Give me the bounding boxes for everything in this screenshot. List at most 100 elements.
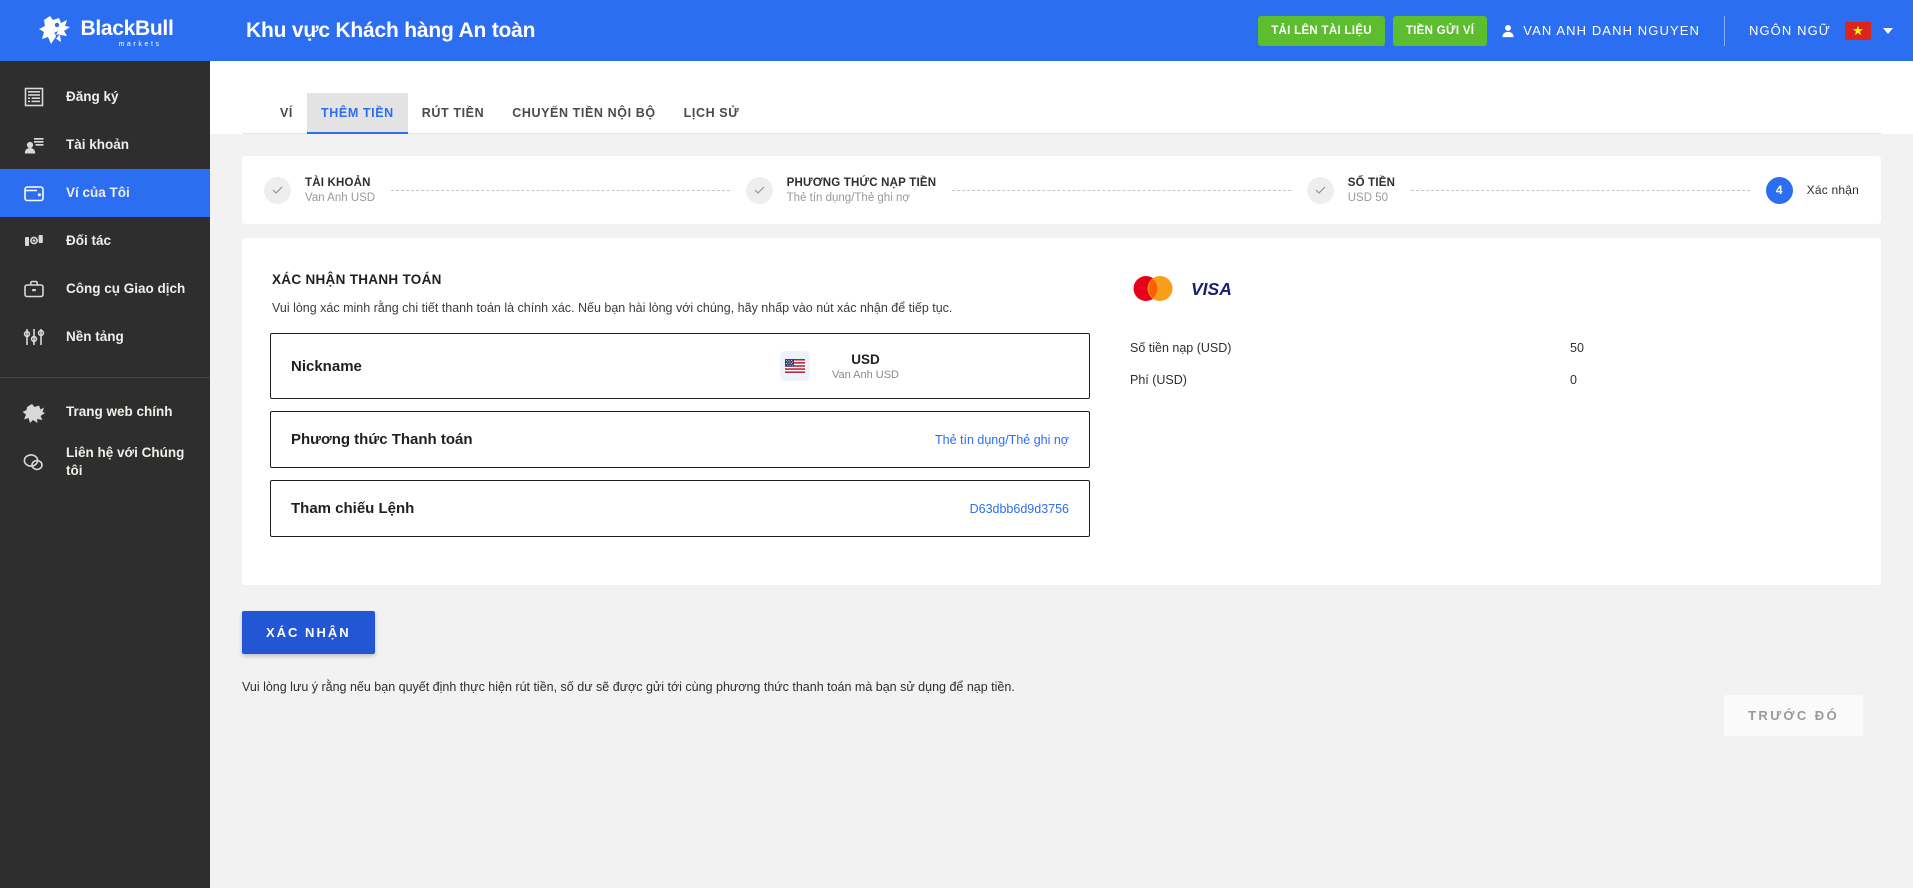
partners-icon <box>22 229 46 253</box>
detail-label: Nickname <box>291 357 362 375</box>
step-account[interactable]: TÀI KHOẢN Van Anh USD <box>264 176 376 204</box>
header-divider <box>1723 15 1725 46</box>
detail-value: Thẻ tín dụng/Thẻ ghi nợ <box>935 432 1069 447</box>
account-icon <box>22 133 46 157</box>
wallet-deposit-button[interactable]: TIỀN GỬI VÍ <box>1392 15 1488 46</box>
summary-label: Phí (USD) <box>1130 373 1187 387</box>
deposit-stepper: TÀI KHOẢN Van Anh USD PHƯƠNG THỨC NẠP TI… <box>242 156 1881 224</box>
sidebar-item-trading-tools[interactable]: Công cụ Giao dịch <box>0 265 210 313</box>
logo-name: BlackBull <box>80 16 174 40</box>
sidebar-item-platforms[interactable]: Nền tảng <box>0 313 210 361</box>
sidebar-item-contact-us[interactable]: Liên hệ với Chúng tôi <box>0 436 210 488</box>
sidebar-item-partners[interactable]: Đối tác <box>0 217 210 265</box>
currency-account-name: Van Anh USD <box>831 368 899 381</box>
header-actions: TẢI LÊN TÀI LIỆU TIỀN GỬI VÍ VAN ANH DAN… <box>1258 15 1913 46</box>
accepted-cards: VISA <box>1130 274 1853 303</box>
step-title: Xác nhận <box>1806 183 1859 197</box>
previous-button[interactable]: TRƯỚC ĐÓ <box>1724 695 1863 736</box>
sidebar-item-account[interactable]: Tài khoản <box>0 121 210 169</box>
step-confirm[interactable]: 4 Xác nhận <box>1765 176 1859 204</box>
briefcase-icon <box>22 277 46 301</box>
language-label: NGÔN NGỮ <box>1748 23 1831 38</box>
step-number: 4 <box>1775 183 1783 197</box>
confirmation-card: XÁC NHẬN THANH TOÁN Vui lòng xác minh rằ… <box>242 238 1881 585</box>
tab-wallet[interactable]: VÍ <box>266 93 307 133</box>
sidebar-item-my-wallet[interactable]: Ví của Tôi <box>0 169 210 217</box>
svg-text:VISA: VISA <box>1191 279 1232 299</box>
language-selector[interactable]: NGÔN NGỮ ★ <box>1748 21 1893 40</box>
detail-value: D63dbb6d9d3756 <box>969 501 1069 516</box>
sidebar-divider <box>0 377 210 378</box>
sidebar-item-label: Trang web chính <box>66 403 173 419</box>
section-title: XÁC NHẬN THANH TOÁN <box>272 272 442 287</box>
sidebar-item-label: Công cụ Giao dịch <box>66 280 186 296</box>
mastercard-logo <box>1133 276 1173 301</box>
detail-label: Tham chiếu Lệnh <box>291 500 415 517</box>
sidebar-item-main-website[interactable]: Trang web chính <box>0 388 210 436</box>
tabs-container: VÍ THÊM TIỀN RÚT TIỀN CHUYỂN TIỀN NỘI BỘ… <box>210 61 1913 134</box>
summary-label: Số tiền nạp (USD) <box>1130 341 1232 355</box>
tab-withdraw[interactable]: RÚT TIỀN <box>408 93 498 133</box>
summary-row-deposit-amount: Số tiền nạp (USD) 50 <box>1130 341 1690 355</box>
detail-row-order-reference: Tham chiếu Lệnh D63dbb6d9d3756 <box>270 480 1090 537</box>
step-title: TÀI KHOẢN <box>305 176 371 189</box>
check-icon <box>1315 186 1326 194</box>
sidebar-item-label: Đối tác <box>66 232 112 248</box>
tab-add-funds[interactable]: THÊM TIỀN <box>307 93 408 134</box>
visa-logo: VISA <box>1191 279 1232 299</box>
step-status-icon <box>1306 176 1334 204</box>
main-content: VÍ THÊM TIỀN RÚT TIỀN CHUYỂN TIỀN NỘI BỘ… <box>210 61 1913 888</box>
vietnam-flag-icon: ★ <box>1845 21 1871 40</box>
step-title: SỐ TIỀN <box>1347 176 1396 189</box>
step-deposit-method[interactable]: PHƯƠNG THỨC NẠP TIỀN Thẻ tín dụng/Thẻ gh… <box>745 176 937 204</box>
detail-row-nickname: Nickname USD Van Anh USD <box>270 333 1090 399</box>
sidebar-nav: Đăng ký Tài khoản Ví của Tôi Đối tác Côn… <box>0 61 210 888</box>
sidebar-item-label: Ví của Tôi <box>66 184 130 200</box>
user-name-label: VAN ANH DANH NGUYEN <box>1523 23 1700 38</box>
summary-column: VISA Số tiền nạp (USD) 50 Phí (USD) 0 <box>1090 272 1853 549</box>
payment-details-column: XÁC NHẬN THANH TOÁN Vui lòng xác minh rằ… <box>270 272 1090 549</box>
sidebar-item-label: Nền tảng <box>66 328 124 344</box>
step-status-icon <box>745 176 773 204</box>
app-header: BlackBull markets Khu vực Khách hàng An … <box>0 0 1913 61</box>
detail-row-payment-method: Phương thức Thanh toán Thẻ tín dụng/Thẻ … <box>270 411 1090 468</box>
step-amount[interactable]: SỐ TIỀN USD 50 <box>1306 176 1396 204</box>
step-connector <box>952 189 1291 191</box>
step-subtitle: USD 50 <box>1347 191 1389 204</box>
step-connector <box>391 189 730 191</box>
logo-tagline: markets <box>118 40 162 48</box>
bull-logo-icon <box>38 15 70 44</box>
detail-label: Phương thức Thanh toán <box>291 431 473 448</box>
summary-value: 50 <box>1570 341 1584 355</box>
page-title: Khu vực Khách hàng An toàn <box>246 18 536 42</box>
summary-row-fee: Phí (USD) 0 <box>1130 373 1690 387</box>
chevron-down-icon <box>1883 27 1893 34</box>
confirm-button[interactable]: XÁC NHẬN <box>242 611 375 654</box>
sidebar-item-label: Tài khoản <box>66 136 130 152</box>
upload-documents-button[interactable]: TẢI LÊN TÀI LIỆU <box>1258 15 1385 46</box>
sidebar-item-label: Liên hệ với Chúng tôi <box>66 445 185 479</box>
check-icon <box>754 186 765 194</box>
withdrawal-note: Vui lòng lưu ý rằng nếu bạn quyết định t… <box>242 680 1015 694</box>
form-actions: XÁC NHẬN Vui lòng lưu ý rằng nếu bạn quy… <box>242 611 1881 736</box>
tab-internal-transfer[interactable]: CHUYỂN TIỀN NỘI BỘ <box>498 93 669 133</box>
step-subtitle: Thẻ tín dụng/Thẻ ghi nợ <box>786 191 910 204</box>
sidebar-item-registration[interactable]: Đăng ký <box>0 73 210 121</box>
step-subtitle: Van Anh USD <box>305 191 376 204</box>
user-menu[interactable]: VAN ANH DANH NGUYEN <box>1501 23 1700 38</box>
wallet-icon <box>22 181 46 205</box>
check-icon <box>272 186 283 194</box>
step-status-icon <box>264 176 291 204</box>
currency-code: USD <box>851 351 880 367</box>
sliders-icon <box>22 325 46 349</box>
step-title: PHƯƠNG THỨC NẠP TIỀN <box>786 176 937 189</box>
section-description: Vui lòng xác minh rằng chi tiết thanh to… <box>272 301 953 315</box>
user-icon <box>1502 24 1514 37</box>
step-status-icon: 4 <box>1765 176 1793 204</box>
brand-logo[interactable]: BlackBull markets <box>0 0 210 61</box>
us-flag-icon <box>779 351 810 381</box>
tab-history[interactable]: LỊCH SỬ <box>670 93 754 133</box>
currency-display: USD Van Anh USD <box>779 351 899 381</box>
summary-value: 0 <box>1570 373 1577 387</box>
flag-star-glyph: ★ <box>1852 23 1864 38</box>
